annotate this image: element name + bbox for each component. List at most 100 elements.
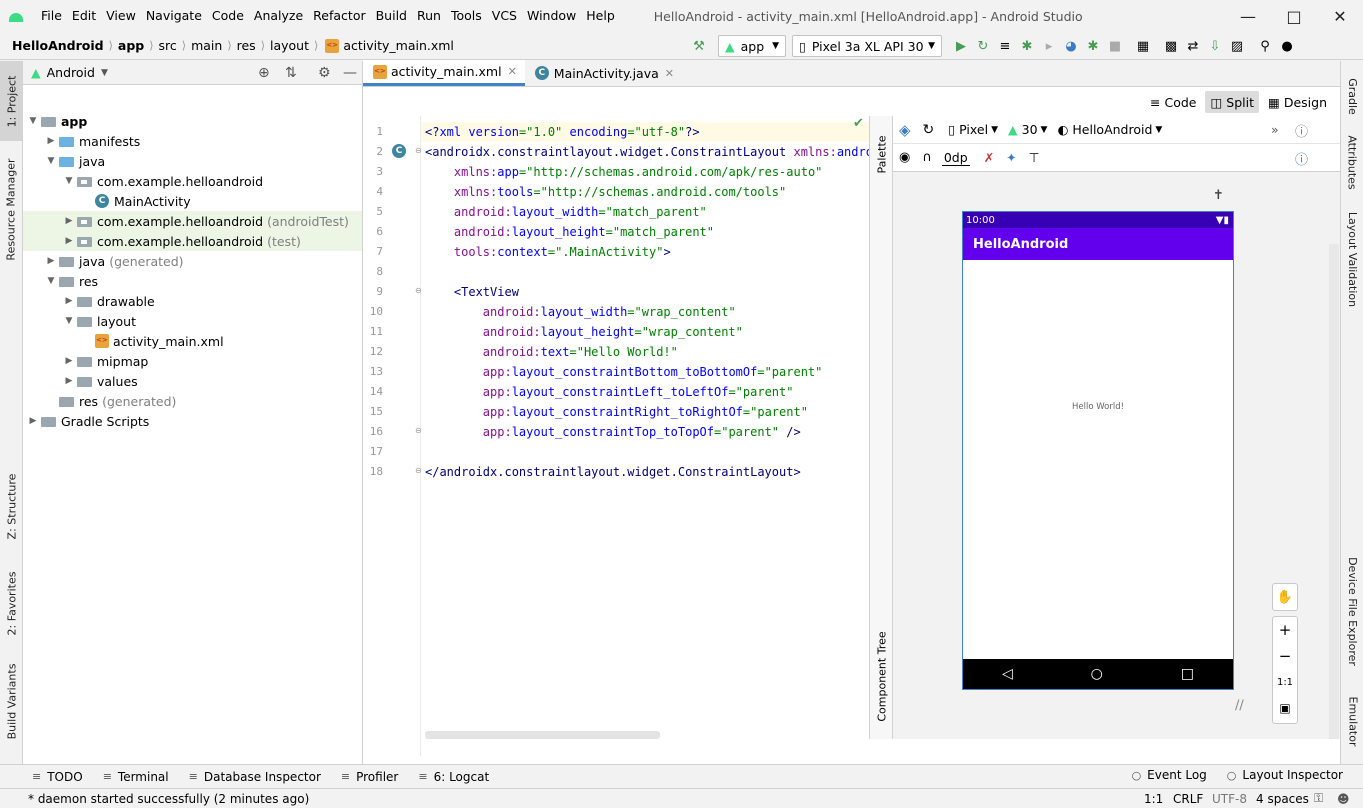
clear-constraints-icon[interactable]: ✗ <box>984 150 994 165</box>
infer-constraints-icon[interactable]: ✦ <box>1006 150 1016 165</box>
tab-project[interactable]: 1: Project <box>0 61 23 141</box>
tree-item[interactable]: ▶ com.example.helloandroid (test) <box>23 231 362 251</box>
tree-item[interactable]: ▶ drawable <box>23 291 362 311</box>
code-line[interactable]: android:layout_width="wrap_content" <box>425 302 736 322</box>
breadcrumb-item[interactable]: HelloAndroid <box>8 38 108 53</box>
tool-terminal[interactable]: ≡ Terminal <box>93 770 179 784</box>
breadcrumb-item[interactable]: activity_main.xml <box>319 38 458 53</box>
coverage-icon[interactable]: ✱ <box>1084 37 1102 55</box>
code-line[interactable]: xmlns:tools="http://schemas.android.com/… <box>425 182 786 202</box>
apply-changes-icon[interactable]: ↻ <box>974 37 992 55</box>
device-select[interactable]: Pixel <box>959 122 988 137</box>
search-icon[interactable]: ⚲ <box>1256 37 1274 55</box>
tree-item[interactable]: ▶ manifests <box>23 131 362 151</box>
fold-icon[interactable]: ⊖ <box>415 466 422 475</box>
warning-icon[interactable]: ⓘ <box>1295 121 1308 140</box>
tree-item[interactable]: ▼ com.example.helloandroid <box>23 171 362 191</box>
chevron-right-icon[interactable]: ▶ <box>27 416 39 426</box>
apply-code-changes-icon[interactable]: ≡ <box>996 37 1014 55</box>
chevron-right-icon[interactable]: ▶ <box>63 296 75 306</box>
file-encoding[interactable]: UTF-8 <box>1212 792 1247 806</box>
code-line[interactable]: tools:context=".MainActivity"> <box>425 242 671 262</box>
line-separator[interactable]: CRLF <box>1173 792 1203 806</box>
chevron-down-icon[interactable]: ▼ <box>45 156 57 166</box>
menu-file[interactable]: File <box>36 0 67 32</box>
tool-todo[interactable]: ≡ TODO <box>22 770 93 784</box>
fold-icon[interactable]: ⊖ <box>415 286 422 295</box>
avd-manager-icon[interactable]: ▩ <box>1162 37 1180 55</box>
layers-icon[interactable]: ◈ <box>899 121 911 139</box>
tab-structure[interactable]: Z: Structure <box>0 461 23 551</box>
horizontal-scrollbar[interactable] <box>425 731 660 739</box>
tree-item[interactable]: ▶ java (generated) <box>23 251 362 271</box>
caret-position[interactable]: 1:1 <box>1144 792 1163 806</box>
chevron-right-icon[interactable]: ▶ <box>45 256 57 266</box>
run-config-select[interactable]: ▲ app ▼ <box>718 35 786 57</box>
default-margin-select[interactable]: 0dp <box>941 150 970 166</box>
minimize-button[interactable]: — <box>1225 0 1271 32</box>
eye-icon[interactable]: ◉ <box>899 150 910 165</box>
resize-handle-icon[interactable]: ∕∕ <box>1235 698 1244 713</box>
more-icon[interactable]: » <box>1271 122 1279 137</box>
hammer-icon[interactable]: ⚒ <box>690 37 708 55</box>
code-line[interactable]: android:layout_width="match_parent" <box>425 202 707 222</box>
tab-build-variants[interactable]: Build Variants <box>0 656 23 746</box>
tree-item[interactable]: ▼ java <box>23 151 362 171</box>
menu-edit[interactable]: Edit <box>67 0 101 32</box>
code-line[interactable]: </androidx.constraintlayout.widget.Const… <box>425 462 801 482</box>
code-line[interactable]: <androidx.constraintlayout.widget.Constr… <box>425 142 895 162</box>
tool-profiler[interactable]: ≡ Profiler <box>331 770 408 784</box>
menu-run[interactable]: Run <box>412 0 446 32</box>
chevron-right-icon[interactable]: ▶ <box>63 376 75 386</box>
debug-icon[interactable]: ✱ <box>1018 37 1036 55</box>
mode-design-button[interactable]: ▦ Design <box>1263 91 1332 113</box>
help-icon[interactable]: ⓘ <box>1295 149 1308 168</box>
component-tree-tab[interactable]: Component Tree <box>870 626 894 726</box>
close-button[interactable]: ✕ <box>1317 0 1363 32</box>
breadcrumb-item[interactable]: res <box>233 38 260 53</box>
tree-item[interactable]: activity_main.xml <box>23 331 362 351</box>
tool-database-inspector[interactable]: ≡ Database Inspector <box>179 770 331 784</box>
status-message[interactable]: * daemon started successfully (2 minutes… <box>0 792 309 806</box>
tool--logcat[interactable]: ≡ 6: Logcat <box>408 770 499 784</box>
device-preview[interactable]: 10:00 ▼▮ HelloAndroid Hello World! ◁ ○ □ <box>962 211 1234 690</box>
palette-tab[interactable]: Palette <box>870 124 894 184</box>
code-line[interactable]: <?xml version="1.0" encoding="utf-8"?> <box>425 122 700 142</box>
tool-layout-inspector[interactable]: ○ Layout Inspector <box>1217 768 1353 782</box>
chevron-right-icon[interactable]: ▶ <box>63 236 75 246</box>
device-select[interactable]: ▯ Pixel 3a XL API 30 ▼ <box>792 35 942 57</box>
project-view-select[interactable]: Android <box>47 65 95 80</box>
tab-device-file-explorer[interactable]: Device File Explorer <box>1341 549 1363 674</box>
zoom-fit-icon[interactable]: ▣ <box>1273 695 1297 721</box>
locate-icon[interactable]: ⊕ <box>258 65 270 81</box>
breadcrumb-item[interactable]: src <box>155 38 181 53</box>
breadcrumb-item[interactable]: app <box>114 38 148 53</box>
magnet-icon[interactable]: ∩ <box>922 150 932 165</box>
menu-refactor[interactable]: Refactor <box>308 0 370 32</box>
tree-item[interactable]: ▶ mipmap <box>23 351 362 371</box>
chevron-down-icon[interactable]: ▼ <box>63 176 75 186</box>
chevron-right-icon[interactable]: ▶ <box>63 356 75 366</box>
hide-icon[interactable]: — <box>343 65 357 81</box>
breadcrumb-item[interactable]: main <box>187 38 226 53</box>
code-editor[interactable]: 1 2 3 4 5 6 7 8 9 10 11 12 13 14 15 16 17 18 C ⊖ ⊖ ⊖ ⊖ <?xml v… <box>363 116 895 756</box>
collapse-all-icon[interactable]: ⇅ <box>285 65 297 81</box>
class-marker-icon[interactable]: C <box>392 144 406 158</box>
menu-code[interactable]: Code <box>207 0 249 32</box>
tree-item[interactable]: ▶ values <box>23 371 362 391</box>
tree-item[interactable]: ▶ com.example.helloandroid (androidTest) <box>23 211 362 231</box>
vertical-scrollbar[interactable] <box>1329 244 1339 739</box>
sync-gradle-icon[interactable]: ⇄ <box>1184 37 1202 55</box>
indent-setting[interactable]: 4 spaces <box>1256 792 1309 806</box>
tree-item[interactable]: ▼ res <box>23 271 362 291</box>
tool-event-log[interactable]: ○ Event Log <box>1122 768 1217 782</box>
chevron-down-icon[interactable]: ▼ <box>45 276 57 286</box>
stop-icon[interactable]: ■ <box>1106 37 1124 55</box>
code-line[interactable]: android:layout_height="match_parent" <box>425 222 714 242</box>
run-icon[interactable]: ▶ <box>952 37 970 55</box>
profile-icon[interactable]: ◕ <box>1062 37 1080 55</box>
tree-item[interactable]: C MainActivity <box>23 191 362 211</box>
tab-main-activity-java[interactable]: C MainActivity.java ✕ <box>525 60 682 86</box>
sdk-manager-icon[interactable]: ⇩ <box>1206 37 1224 55</box>
code-line[interactable]: xmlns:app="http://schemas.android.com/ap… <box>425 162 822 182</box>
